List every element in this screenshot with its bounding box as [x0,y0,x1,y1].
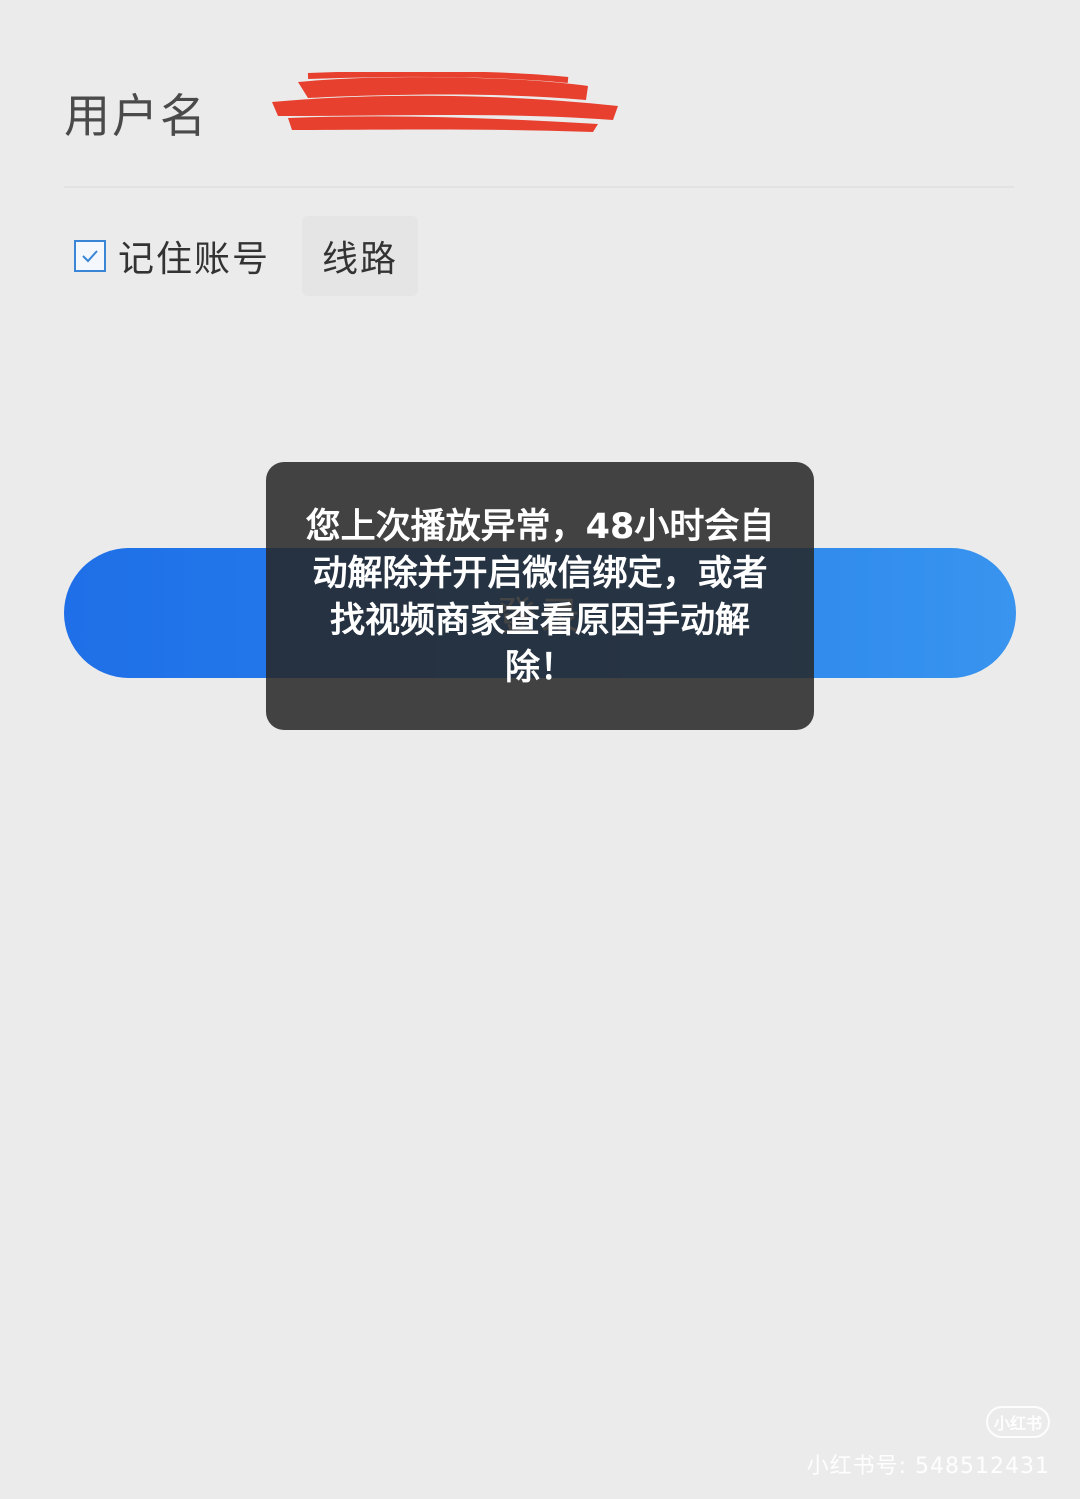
route-button[interactable]: 线路 [302,216,418,296]
checkbox-checked-icon[interactable] [74,240,106,272]
divider [64,186,1014,188]
username-label: 用户名 [64,89,208,143]
redaction-scribble [272,72,618,132]
xiaohongshu-logo: 小红书 [986,1406,1050,1438]
remember-account-checkbox[interactable]: 记住账号 [74,226,270,286]
remember-account-label: 记住账号 [118,239,271,280]
watermark-id: 小红书号: 548512431 [806,1454,1050,1479]
toast-message: 您上次播放异常，48小时会自动解除并开启微信绑定，或者找视频商家查看原因手动解除… [266,462,814,730]
